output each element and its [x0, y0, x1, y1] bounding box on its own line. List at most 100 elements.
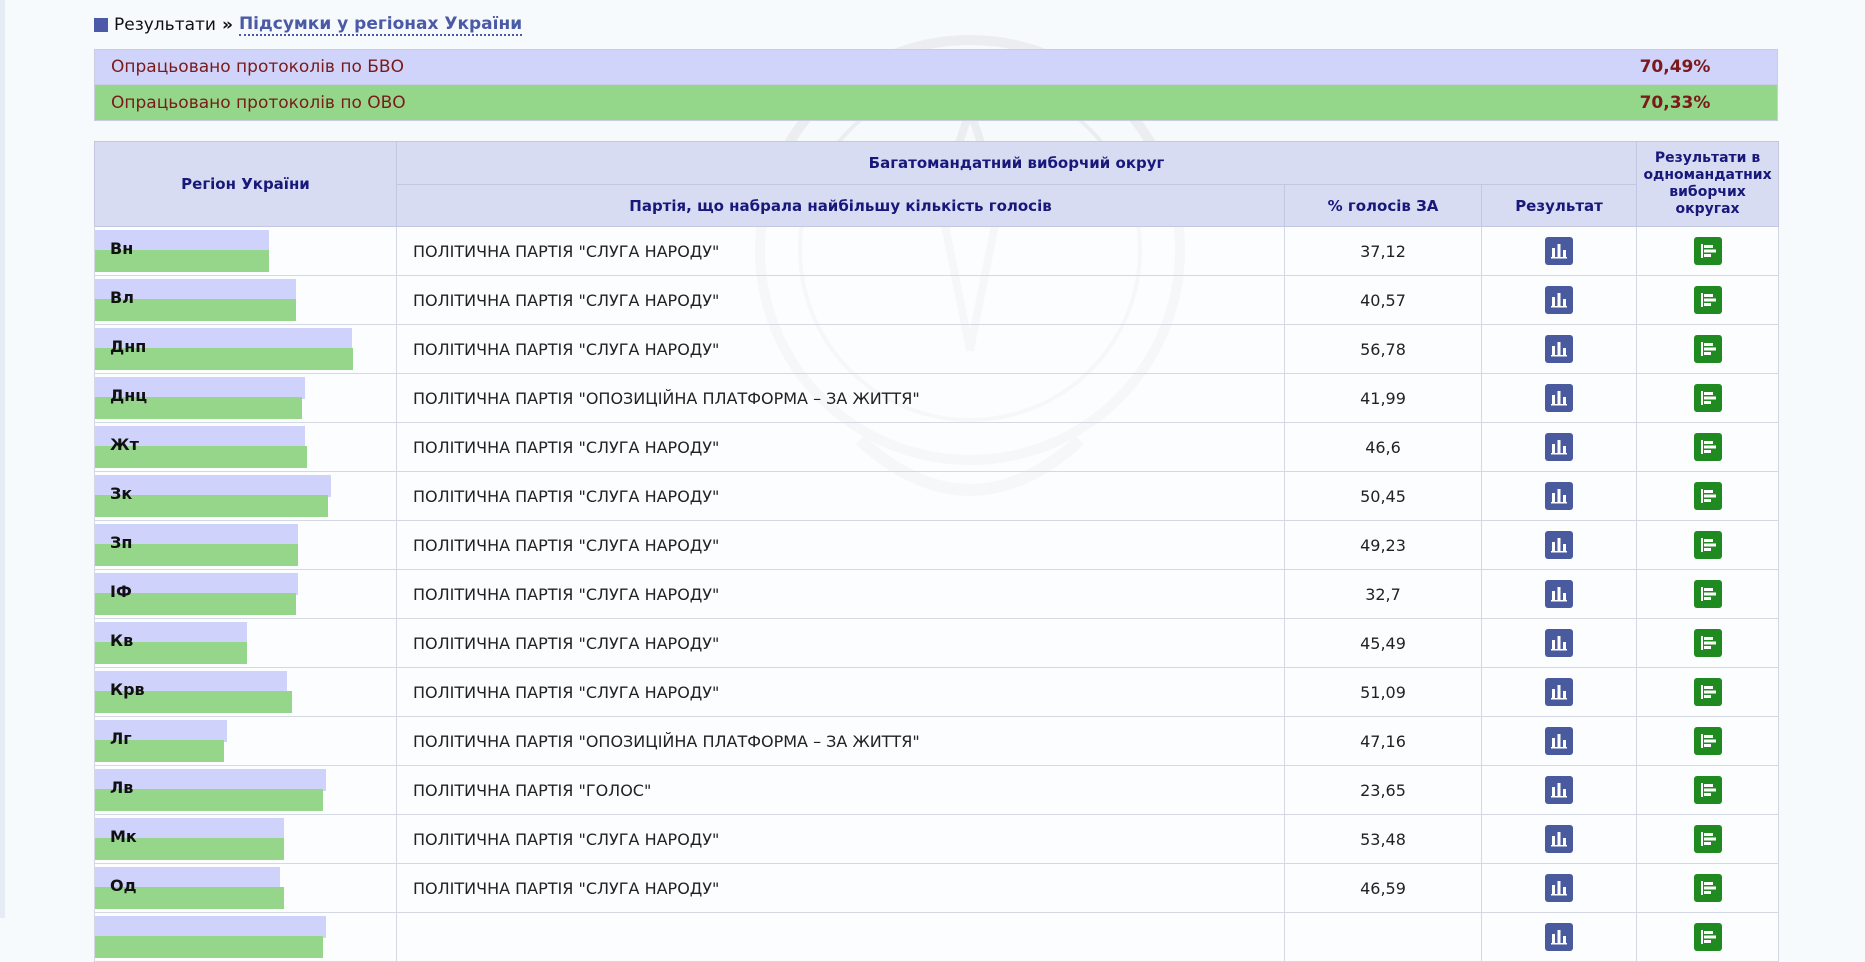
bar-chart-icon[interactable] [1545, 482, 1574, 510]
bar-chart-icon[interactable] [1545, 776, 1574, 804]
header-percent: % голосів ЗА [1284, 184, 1482, 227]
bar-chart-icon[interactable] [1545, 923, 1574, 951]
bar-chart-icon[interactable] [1545, 286, 1574, 314]
horizontal-bar-chart-icon[interactable] [1693, 923, 1722, 951]
table-row: ІФ ПОЛІТИЧНА ПАРТІЯ "СЛУГА НАРОДУ" 32,7 [94, 569, 1780, 619]
region-cell: Мк [94, 814, 397, 864]
vote-percent: 51,09 [1284, 667, 1482, 717]
table-row: Днц ПОЛІТИЧНА ПАРТІЯ "ОПОЗИЦІЙНА ПЛАТФОРМ… [94, 373, 1780, 423]
party-name: ПОЛІТИЧНА ПАРТІЯ "ГОЛОС" [396, 765, 1285, 815]
progress-ovo: Опрацьовано протоколів по ОВО 70,33% [94, 85, 1778, 121]
party-name: ПОЛІТИЧНА ПАРТІЯ "СЛУГА НАРОДУ" [396, 863, 1285, 913]
region-name[interactable]: Лг [110, 729, 132, 748]
horizontal-bar-chart-icon[interactable] [1693, 825, 1722, 853]
horizontal-bar-chart-icon[interactable] [1693, 776, 1722, 804]
region-cell: ІФ [94, 569, 397, 619]
region-name[interactable]: Вн [110, 239, 133, 258]
bar-chart-icon[interactable] [1545, 678, 1574, 706]
horizontal-bar-chart-icon[interactable] [1693, 433, 1722, 461]
region-cell: Зп [94, 520, 397, 570]
horizontal-bar-chart-icon[interactable] [1693, 678, 1722, 706]
horizontal-bar-chart-icon[interactable] [1693, 286, 1722, 314]
horizontal-bar-chart-icon[interactable] [1693, 874, 1722, 902]
result-cell [1480, 667, 1638, 717]
single-results-cell [1636, 226, 1780, 276]
breadcrumb-root: Результати [114, 15, 216, 35]
table-row: Зп ПОЛІТИЧНА ПАРТІЯ "СЛУГА НАРОДУ" 49,23 [94, 520, 1780, 570]
result-cell [1480, 814, 1638, 864]
region-cell: Днц [94, 373, 397, 423]
region-cell [94, 912, 397, 962]
region-name[interactable]: Кв [110, 631, 133, 650]
bar-chart-icon[interactable] [1545, 433, 1574, 461]
bar-chart-icon[interactable] [1545, 335, 1574, 363]
single-results-cell [1636, 520, 1780, 570]
table-row: Мк ПОЛІТИЧНА ПАРТІЯ "СЛУГА НАРОДУ" 53,48 [94, 814, 1780, 864]
table-row: Од ПОЛІТИЧНА ПАРТІЯ "СЛУГА НАРОДУ" 46,59 [94, 863, 1780, 913]
region-name[interactable]: Днп [110, 337, 146, 356]
bar-chart-icon[interactable] [1545, 727, 1574, 755]
bar-chart-icon[interactable] [1545, 874, 1574, 902]
region-name[interactable]: Жт [110, 435, 139, 454]
vote-percent: 23,65 [1284, 765, 1482, 815]
horizontal-bar-chart-icon[interactable] [1693, 335, 1722, 363]
party-name [396, 912, 1285, 962]
region-name[interactable]: Зп [110, 533, 132, 552]
progress-ovo-value: 70,33% [1639, 92, 1711, 113]
vote-percent [1284, 912, 1482, 962]
region-name[interactable]: Крв [110, 680, 145, 699]
result-cell [1480, 324, 1638, 374]
horizontal-bar-chart-icon[interactable] [1693, 237, 1722, 265]
region-cell: Од [94, 863, 397, 913]
result-cell [1480, 765, 1638, 815]
region-name[interactable]: Вл [110, 288, 134, 307]
horizontal-bar-chart-icon[interactable] [1693, 629, 1722, 657]
result-cell [1480, 716, 1638, 766]
result-cell [1480, 912, 1638, 962]
table-row: Кв ПОЛІТИЧНА ПАРТІЯ "СЛУГА НАРОДУ" 45,49 [94, 618, 1780, 668]
bar-chart-icon[interactable] [1545, 825, 1574, 853]
vote-percent: 40,57 [1284, 275, 1482, 325]
progress-bvo-value: 70,49% [1639, 57, 1711, 77]
single-results-cell [1636, 912, 1780, 962]
breadcrumb: Результати » Підсумки у регіонах України [94, 13, 523, 37]
results-table: Регіон України Багатомандатний виборчий … [94, 141, 1780, 962]
region-cell: Вл [94, 275, 397, 325]
region-name[interactable]: Мк [110, 827, 137, 846]
single-results-cell [1636, 667, 1780, 717]
bar-chart-icon[interactable] [1545, 629, 1574, 657]
ovo-progress-bar [95, 936, 323, 958]
single-results-cell [1636, 716, 1780, 766]
breadcrumb-current-link[interactable]: Підсумки у регіонах України [238, 14, 523, 36]
single-results-cell [1636, 765, 1780, 815]
bar-chart-icon[interactable] [1545, 580, 1574, 608]
region-name[interactable]: Лв [110, 778, 133, 797]
party-name: ПОЛІТИЧНА ПАРТІЯ "СЛУГА НАРОДУ" [396, 667, 1285, 717]
result-cell [1480, 618, 1638, 668]
bar-chart-icon[interactable] [1545, 531, 1574, 559]
bar-chart-icon[interactable] [1545, 237, 1574, 265]
region-name[interactable]: Од [110, 876, 137, 895]
single-results-cell [1636, 569, 1780, 619]
region-cell: Крв [94, 667, 397, 717]
region-cell: Вн [94, 226, 397, 276]
horizontal-bar-chart-icon[interactable] [1693, 580, 1722, 608]
bar-chart-icon[interactable] [1545, 384, 1574, 412]
region-cell: Лв [94, 765, 397, 815]
vote-percent: 56,78 [1284, 324, 1482, 374]
single-results-cell [1636, 324, 1780, 374]
horizontal-bar-chart-icon[interactable] [1693, 482, 1722, 510]
horizontal-bar-chart-icon[interactable] [1693, 727, 1722, 755]
party-name: ПОЛІТИЧНА ПАРТІЯ "ОПОЗИЦІЙНА ПЛАТФОРМА –… [396, 716, 1285, 766]
party-name: ПОЛІТИЧНА ПАРТІЯ "ОПОЗИЦІЙНА ПЛАТФОРМА –… [396, 373, 1285, 423]
horizontal-bar-chart-icon[interactable] [1693, 531, 1722, 559]
header-single-results: Результати в одномандатних виборчих окру… [1636, 141, 1780, 227]
single-results-cell [1636, 373, 1780, 423]
table-row: Вн ПОЛІТИЧНА ПАРТІЯ "СЛУГА НАРОДУ" 37,12 [94, 226, 1780, 276]
vote-percent: 46,59 [1284, 863, 1482, 913]
region-name[interactable]: ІФ [110, 582, 132, 601]
region-name[interactable]: Днц [110, 386, 147, 405]
single-results-cell [1636, 275, 1780, 325]
region-name[interactable]: Зк [110, 484, 132, 503]
horizontal-bar-chart-icon[interactable] [1693, 384, 1722, 412]
